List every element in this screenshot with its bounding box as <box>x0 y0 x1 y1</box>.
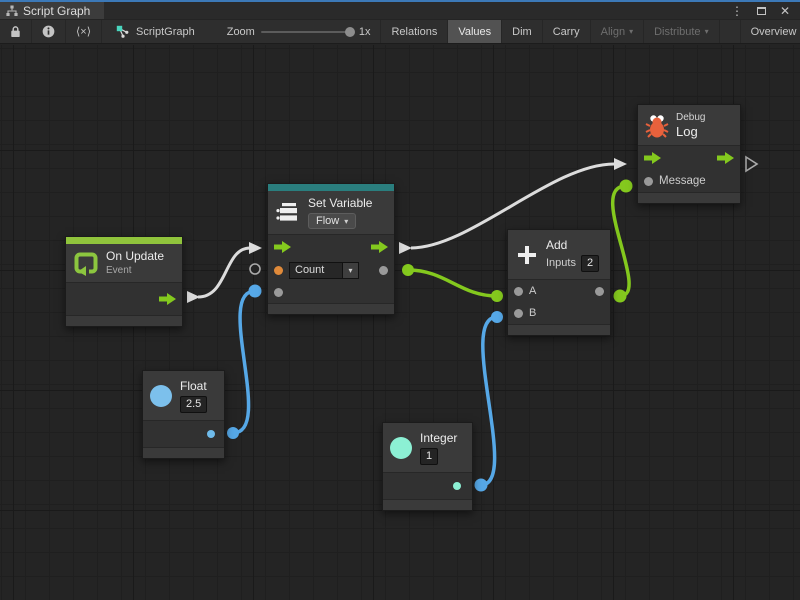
dropdown-value: Flow <box>316 215 339 227</box>
node-title: Integer <box>420 431 457 446</box>
button-label: Carry <box>553 26 580 38</box>
flow-input-port[interactable] <box>274 241 291 253</box>
chevron-down-icon[interactable]: ▾ <box>343 262 359 279</box>
node-footer <box>268 303 394 314</box>
value-input-port[interactable] <box>274 288 283 297</box>
button-label: Relations <box>391 26 437 38</box>
flow-input-port[interactable] <box>644 152 661 164</box>
lock-icon <box>10 25 21 38</box>
node-footer <box>508 324 610 335</box>
node-title: Set Variable <box>308 196 372 211</box>
bug-icon <box>645 113 669 139</box>
variable-accent-strip <box>268 184 394 191</box>
tab-label: Script Graph <box>23 4 90 18</box>
node-subtitle: Log <box>676 124 705 140</box>
dropdown-value: Count <box>289 262 343 279</box>
info-icon <box>42 25 55 38</box>
maximize-icon[interactable] <box>757 7 766 15</box>
graph-toolbar: ⟨×⟩ ScriptGraph Zoom 1x Relations Values… <box>0 19 800 44</box>
port-label: A <box>529 285 536 297</box>
float-type-icon <box>150 385 172 407</box>
float-value-field[interactable]: 2.5 <box>180 396 207 413</box>
node-footer <box>143 447 224 458</box>
toolbar-spacer <box>720 20 740 43</box>
node-title: On Update <box>106 249 164 264</box>
tab-script-graph[interactable]: Script Graph <box>0 2 104 19</box>
port-label: Message <box>659 175 706 187</box>
value-output-port[interactable] <box>379 266 388 275</box>
loop-event-icon <box>73 250 99 276</box>
graph-name-label: ScriptGraph <box>136 26 195 38</box>
input-b-port[interactable] <box>514 309 523 318</box>
dim-button[interactable]: Dim <box>502 20 543 43</box>
chevron-down-icon: ▾ <box>705 27 709 36</box>
node-footer <box>66 315 182 326</box>
input-a-port[interactable] <box>514 287 523 296</box>
menu-icon[interactable]: ⋮ <box>731 5 743 17</box>
node-subtitle: Event <box>106 264 164 277</box>
button-label: Distribute <box>654 26 700 38</box>
button-label: Align <box>601 26 625 38</box>
zoom-control: Zoom 1x <box>205 20 381 43</box>
window-controls: ⋮ ✕ <box>731 2 800 19</box>
inputs-label: Inputs <box>546 256 576 270</box>
button-label: Overview <box>751 26 797 38</box>
visual-scripting-window: Script Graph ⋮ ✕ ⟨×⟩ <box>0 0 800 600</box>
chevron-down-icon: ▾ <box>344 217 348 226</box>
node-integer[interactable]: Integer 1 <box>382 422 473 511</box>
plus-icon <box>515 243 539 267</box>
port-label: B <box>529 307 536 319</box>
lock-button[interactable] <box>0 20 32 43</box>
zoom-slider-handle[interactable] <box>345 27 355 37</box>
close-icon[interactable]: ✕ <box>780 5 790 17</box>
inputs-count-field[interactable]: 2 <box>581 255 599 272</box>
zoom-level: 1x <box>359 26 371 38</box>
align-button[interactable]: Align ▾ <box>591 20 644 43</box>
node-footer <box>383 499 472 510</box>
integer-value-field[interactable]: 1 <box>420 448 438 465</box>
message-input-port[interactable] <box>644 177 653 186</box>
node-footer <box>638 192 740 203</box>
code-preview-button[interactable]: ⟨×⟩ <box>66 20 102 43</box>
variable-select-dropdown[interactable]: Count ▾ <box>289 262 359 279</box>
script-graph-asset-icon <box>116 25 130 39</box>
distribute-button[interactable]: Distribute ▾ <box>644 20 719 43</box>
overview-button[interactable]: Overview <box>740 20 800 43</box>
node-float[interactable]: Float 2.5 <box>142 370 225 459</box>
float-output-port[interactable] <box>207 430 215 438</box>
button-label: Dim <box>512 26 532 38</box>
code-icon: ⟨×⟩ <box>76 25 91 38</box>
node-debug-log[interactable]: Debug Log Message <box>637 104 741 204</box>
title-bar: Script Graph ⋮ ✕ <box>0 2 800 19</box>
info-button[interactable] <box>32 20 66 43</box>
relations-button[interactable]: Relations <box>381 20 448 43</box>
result-output-port[interactable] <box>595 287 604 296</box>
graph-breadcrumb[interactable]: ScriptGraph <box>102 20 205 43</box>
values-button[interactable]: Values <box>448 20 502 43</box>
node-set-variable[interactable]: Set Variable Flow ▾ Count ▾ <box>267 183 395 315</box>
variables-icon <box>275 201 301 225</box>
integer-type-icon <box>390 437 412 459</box>
node-title: Debug <box>676 111 705 124</box>
chevron-down-icon: ▾ <box>629 27 633 36</box>
flow-output-port[interactable] <box>717 152 734 164</box>
node-on-update[interactable]: On Update Event <box>65 236 183 327</box>
button-label: Values <box>458 26 491 38</box>
flow-output-port[interactable] <box>159 293 176 305</box>
node-title: Add <box>546 238 599 253</box>
node-add[interactable]: Add Inputs 2 A B <box>507 229 611 336</box>
flow-output-port[interactable] <box>371 241 388 253</box>
integer-output-port[interactable] <box>453 482 461 490</box>
node-title: Float <box>180 379 207 394</box>
carry-button[interactable]: Carry <box>543 20 591 43</box>
variable-name-port[interactable] <box>274 266 283 275</box>
hierarchy-icon <box>6 5 18 17</box>
zoom-slider[interactable] <box>261 31 353 33</box>
variable-kind-dropdown[interactable]: Flow ▾ <box>308 213 356 229</box>
zoom-label: Zoom <box>227 26 255 38</box>
event-accent-strip <box>66 237 182 244</box>
